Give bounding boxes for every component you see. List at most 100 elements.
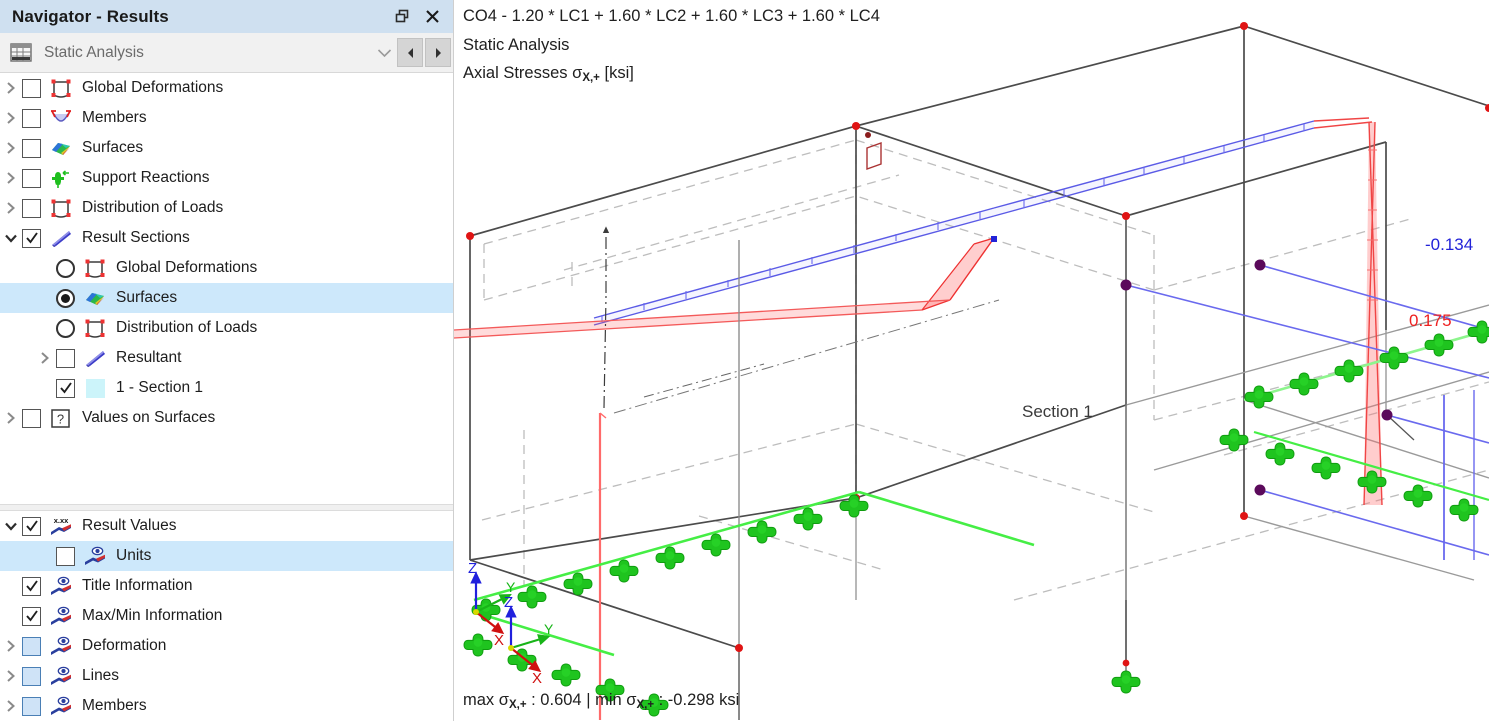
chevron-right-icon[interactable] — [0, 73, 22, 103]
chevron-down-icon[interactable] — [0, 223, 22, 253]
navigator-results-panel: Navigator - Results — [0, 0, 454, 721]
global-deformations-icon — [81, 256, 109, 280]
tree-item-support-reactions[interactable]: Support Reactions — [0, 163, 453, 193]
chevron-right-icon[interactable] — [0, 163, 22, 193]
surfaces-icon — [47, 136, 75, 160]
results-tree-upper[interactable]: Global Deformations Members Surfaces Suppor… — [0, 73, 453, 504]
tree-item-label: Surfaces — [116, 289, 177, 307]
chevron-right-icon[interactable] — [0, 691, 22, 721]
tree-item-values-on-surfaces[interactable]: ? Values on Surfaces — [0, 403, 453, 433]
chevron-down-icon[interactable] — [371, 34, 397, 72]
checkbox-title-information[interactable] — [22, 577, 41, 596]
tree-item-label: Title Information — [82, 577, 193, 595]
result-sections-icon — [47, 226, 75, 250]
tree-item-result-sections[interactable]: Result Sections — [0, 223, 453, 253]
tree-item-result-values[interactable]: x.xx Result Values — [0, 511, 453, 541]
restore-icon[interactable] — [387, 2, 417, 32]
drop-load-arrow — [1112, 600, 1140, 693]
tree-item-max-min-information[interactable]: Max/Min Information — [0, 601, 453, 631]
checkbox-members[interactable] — [22, 697, 41, 716]
radio-dot — [61, 294, 70, 303]
global-deformations-icon — [47, 76, 75, 100]
tree-item-label: Distribution of Loads — [116, 319, 257, 337]
tree-item-label: Resultant — [116, 349, 181, 367]
svg-text:?: ? — [57, 411, 64, 426]
stress-diagram-vertical-right — [1314, 118, 1382, 505]
twisty-spacer — [34, 541, 56, 571]
checkbox-surfaces[interactable] — [22, 139, 41, 158]
checkbox-units[interactable] — [56, 547, 75, 566]
analysis-type-combobox[interactable]: Static Analysis — [0, 33, 453, 73]
checkbox-support-reactions[interactable] — [22, 169, 41, 188]
tree-item-1-section-1[interactable]: 1 - Section 1 — [0, 373, 453, 403]
load-lines-blue — [1121, 260, 1489, 561]
tree-item-members[interactable]: Members — [0, 103, 453, 133]
tree-item-lines[interactable]: Lines — [0, 661, 453, 691]
tree-item-label: Result Values — [82, 517, 176, 535]
close-icon[interactable] — [417, 2, 447, 32]
members-icon — [47, 106, 75, 130]
twisty-spacer — [34, 313, 56, 343]
model-3d-viewport[interactable]: Z Y X Z Y X CO4 - 1.20 * LC1 + 1.60 * LC… — [454, 0, 1489, 721]
tree-item-resultant[interactable]: Resultant — [0, 343, 453, 373]
analysis-type-value: Static Analysis — [34, 44, 371, 62]
checkbox-deformation[interactable] — [22, 637, 41, 656]
tree-item-distribution-of-loads[interactable]: Distribution of Loads — [0, 313, 453, 343]
tree-item-surfaces[interactable]: Surfaces — [0, 133, 453, 163]
svg-text:Z: Z — [504, 594, 513, 611]
panel-splitter[interactable] — [0, 504, 453, 511]
checkbox-lines[interactable] — [22, 667, 41, 686]
tree-item-label: Surfaces — [82, 139, 143, 157]
tree-item-global-deformations[interactable]: Global Deformations — [0, 253, 453, 283]
radio-distribution-of-loads[interactable] — [56, 319, 75, 338]
tree-item-units[interactable]: Units — [0, 541, 453, 571]
checkbox-result-sections[interactable] — [22, 229, 41, 248]
next-result-button[interactable] — [425, 38, 451, 67]
results-tree-lower[interactable]: x.xx Result Values Units Title Information M… — [0, 511, 453, 721]
checkbox-1-section-1[interactable] — [56, 379, 75, 398]
chevron-right-icon[interactable] — [34, 343, 56, 373]
checkbox-members[interactable] — [22, 109, 41, 128]
tree-item-label: Units — [116, 547, 151, 565]
svg-text:x.xx: x.xx — [54, 516, 69, 525]
twisty-spacer — [34, 373, 56, 403]
tree-item-global-deformations[interactable]: Global Deformations — [0, 73, 453, 103]
support-reactions-icon — [47, 166, 75, 190]
stress-diagram-negative — [594, 208, 994, 325]
tree-item-title-information[interactable]: Title Information — [0, 571, 453, 601]
previous-result-button[interactable] — [397, 38, 423, 67]
checkbox-values-on-surfaces[interactable] — [22, 409, 41, 428]
chevron-right-icon[interactable] — [0, 103, 22, 133]
chevron-down-icon[interactable] — [0, 511, 22, 541]
checkbox-distribution-of-loads[interactable] — [22, 199, 41, 218]
radio-global-deformations[interactable] — [56, 259, 75, 278]
chevron-right-icon[interactable] — [0, 631, 22, 661]
application-window: Navigator - Results — [0, 0, 1489, 721]
chevron-right-icon[interactable] — [0, 193, 22, 223]
tree-item-surfaces[interactable]: Surfaces — [0, 283, 453, 313]
tree-item-label: Deformation — [82, 637, 166, 655]
tree-item-label: Result Sections — [82, 229, 190, 247]
tree-item-label: Members — [82, 697, 147, 715]
tree-item-distribution-of-loads[interactable]: Distribution of Loads — [0, 193, 453, 223]
tree-item-deformation[interactable]: Deformation — [0, 631, 453, 661]
tree-item-label: Global Deformations — [82, 79, 223, 97]
chevron-right-icon[interactable] — [0, 403, 22, 433]
tree-item-label: Lines — [82, 667, 119, 685]
result-values-icon: x.xx — [47, 514, 75, 538]
checkbox-resultant[interactable] — [56, 349, 75, 368]
radio-surfaces[interactable] — [56, 289, 75, 308]
chevron-right-icon[interactable] — [0, 133, 22, 163]
eye-label-icon — [81, 544, 109, 568]
chevron-right-icon[interactable] — [0, 661, 22, 691]
surfaces-icon — [81, 286, 109, 310]
frame-right-block — [856, 26, 1489, 516]
checkbox-global-deformations[interactable] — [22, 79, 41, 98]
tree-item-label: Values on Surfaces — [82, 409, 215, 427]
twisty-spacer — [34, 253, 56, 283]
checkbox-result-values[interactable] — [22, 517, 41, 536]
axis-triad-2: Z Y X — [504, 594, 554, 687]
tree-item-label: Distribution of Loads — [82, 199, 223, 217]
checkbox-max-min-information[interactable] — [22, 607, 41, 626]
tree-item-members[interactable]: Members — [0, 691, 453, 721]
